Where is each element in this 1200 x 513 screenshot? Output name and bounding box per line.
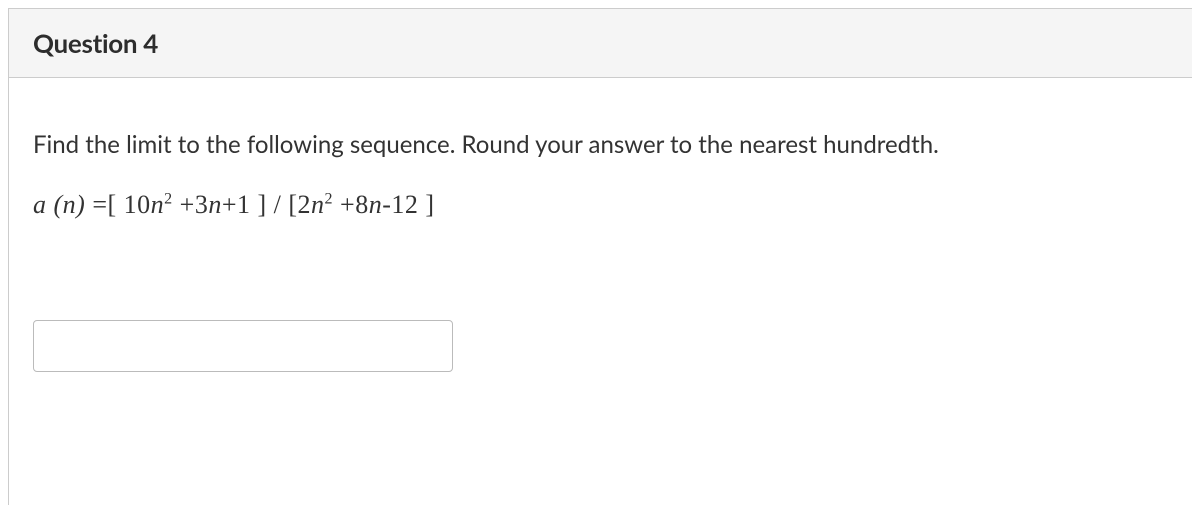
question-body: Find the limit to the following sequence… (9, 78, 1192, 396)
question-container: Question 4 Find the limit to the followi… (8, 8, 1192, 505)
answer-input[interactable] (33, 320, 453, 372)
question-prompt: Find the limit to the following sequence… (33, 128, 1168, 162)
question-header: Question 4 (9, 9, 1192, 78)
question-formula: a (n) =[ 10n2 +3n+1 ] / [2n2 +8n-12 ] (33, 190, 1168, 220)
question-title: Question 4 (33, 27, 1168, 59)
